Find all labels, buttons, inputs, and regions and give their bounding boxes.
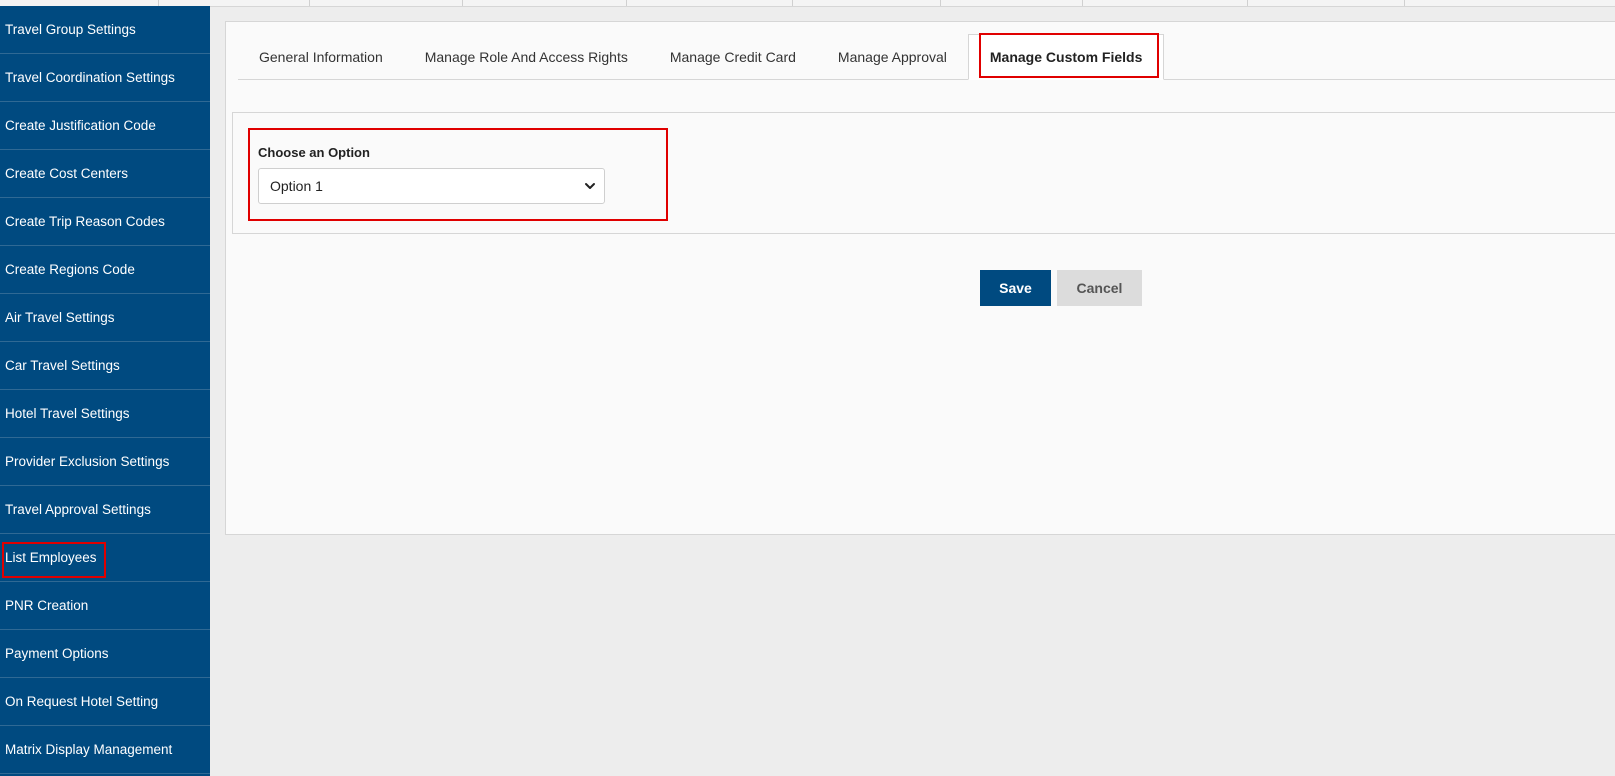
tab-label: Manage Approval	[837, 48, 947, 65]
sidebar-item-create-regions-code[interactable]: Create Regions Code	[0, 246, 210, 294]
sidebar-item-matrix-display-management[interactable]: Matrix Display Management	[0, 726, 210, 774]
sidebar-item-label: Travel Group Settings	[5, 22, 136, 37]
top-bar-divider	[626, 0, 627, 6]
sidebar-item-label: Air Travel Settings	[5, 310, 115, 325]
sidebar-item-provider-exclusion-settings[interactable]: Provider Exclusion Settings	[0, 438, 210, 486]
tab-manage-custom-fields[interactable]: Manage Custom Fields	[967, 33, 1165, 80]
cancel-button[interactable]: Cancel	[1057, 270, 1142, 306]
option-select[interactable]: Option 1	[258, 168, 605, 204]
custom-fields-section: Choose an Option Option 1	[232, 112, 1615, 234]
top-bar	[0, 0, 1615, 7]
sidebar-item-label: Hotel Travel Settings	[5, 406, 130, 421]
top-bar-divider	[1247, 0, 1248, 6]
sidebar-item-travel-group-settings[interactable]: Travel Group Settings	[0, 6, 210, 54]
sidebar-item-create-trip-reason-codes[interactable]: Create Trip Reason Codes	[0, 198, 210, 246]
sidebar-item-label: Provider Exclusion Settings	[5, 454, 170, 469]
sidebar-item-on-request-hotel-setting[interactable]: On Request Hotel Setting	[0, 678, 210, 726]
sidebar-item-hotel-travel-settings[interactable]: Hotel Travel Settings	[0, 390, 210, 438]
sidebar: Travel Group Settings Travel Coordinatio…	[0, 6, 210, 776]
sidebar-item-payment-options[interactable]: Payment Options	[0, 630, 210, 678]
tab-label: Manage Custom Fields	[989, 49, 1143, 65]
sidebar-item-label: Car Travel Settings	[5, 358, 120, 373]
form-actions: Save Cancel	[980, 270, 1142, 306]
save-button[interactable]: Save	[980, 270, 1051, 306]
sidebar-item-label: Travel Approval Settings	[5, 502, 151, 517]
tab-label: Manage Role And Access Rights	[424, 48, 628, 65]
top-bar-divider	[309, 0, 310, 6]
tab-manage-approval[interactable]: Manage Approval	[817, 34, 968, 79]
top-bar-divider	[1082, 0, 1083, 6]
main-panel: General Information Manage Role And Acce…	[225, 21, 1615, 535]
option-highlight-box: Choose an Option Option 1	[248, 128, 668, 221]
sidebar-item-label: List Employees	[5, 550, 97, 565]
sidebar-item-label: Payment Options	[5, 646, 109, 661]
tab-label: Manage Credit Card	[669, 48, 796, 65]
top-bar-divider	[462, 0, 463, 6]
sidebar-item-pnr-creation[interactable]: PNR Creation	[0, 582, 210, 630]
sidebar-item-label: Create Cost Centers	[5, 166, 129, 181]
chevron-down-icon	[585, 183, 595, 189]
sidebar-item-label: Create Justification Code	[5, 118, 156, 133]
sidebar-item-travel-approval-settings[interactable]: Travel Approval Settings	[0, 486, 210, 534]
sidebar-item-label: Matrix Display Management	[5, 742, 173, 757]
sidebar-item-label: Create Trip Reason Codes	[5, 214, 165, 229]
tab-bar: General Information Manage Role And Acce…	[238, 33, 1615, 80]
top-bar-divider	[792, 0, 793, 6]
tab-general-information[interactable]: General Information	[238, 34, 404, 79]
sidebar-item-list-employees[interactable]: List Employees	[0, 534, 210, 582]
sidebar-item-create-cost-centers[interactable]: Create Cost Centers	[0, 150, 210, 198]
top-bar-divider	[940, 0, 941, 6]
sidebar-item-create-justification-code[interactable]: Create Justification Code	[0, 102, 210, 150]
sidebar-item-car-travel-settings[interactable]: Car Travel Settings	[0, 342, 210, 390]
sidebar-item-air-travel-settings[interactable]: Air Travel Settings	[0, 294, 210, 342]
top-bar-divider	[1404, 0, 1405, 6]
sidebar-item-travel-coordination-settings[interactable]: Travel Coordination Settings	[0, 54, 210, 102]
sidebar-item-label: PNR Creation	[5, 598, 89, 613]
tab-manage-role-and-access-rights[interactable]: Manage Role And Access Rights	[404, 34, 649, 79]
tab-manage-credit-card[interactable]: Manage Credit Card	[649, 34, 817, 79]
option-label: Choose an Option	[258, 145, 370, 160]
select-value: Option 1	[270, 178, 323, 194]
sidebar-item-label: Travel Coordination Settings	[5, 70, 175, 85]
tab-label: General Information	[259, 48, 383, 65]
sidebar-item-label: On Request Hotel Setting	[5, 694, 159, 709]
sidebar-item-label: Create Regions Code	[5, 262, 135, 277]
